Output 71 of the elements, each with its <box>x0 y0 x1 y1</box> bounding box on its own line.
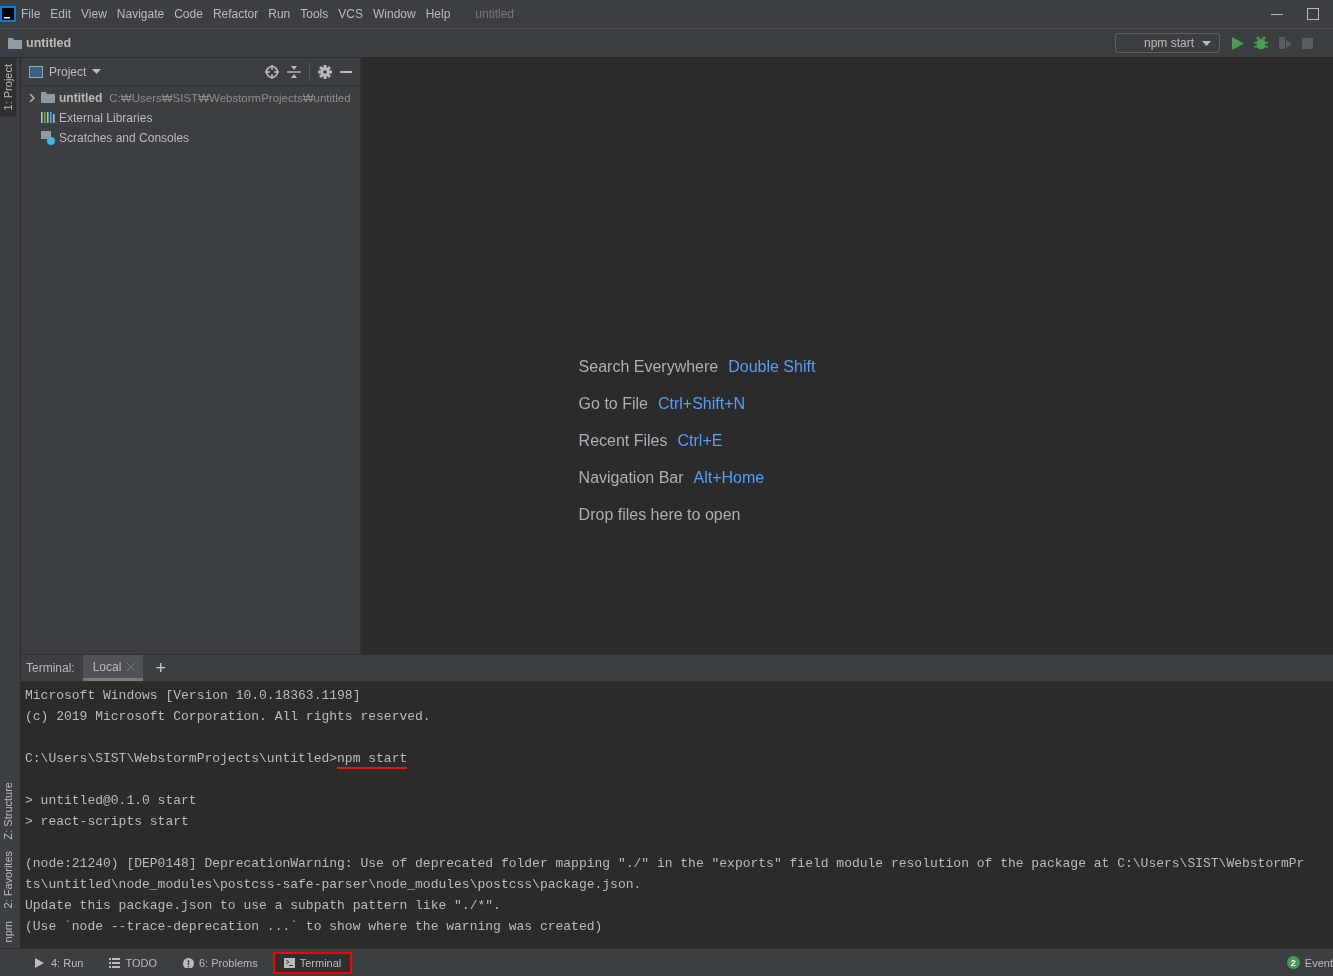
tool-window-tab[interactable]: npm <box>0 914 16 948</box>
run-icon[interactable] <box>1232 36 1244 50</box>
menu-item[interactable]: Run <box>263 7 296 21</box>
shortcut-text: Ctrl+Shift+N <box>657 395 746 413</box>
terminal-line: > react-scripts start <box>25 814 189 829</box>
play-icon <box>35 957 46 968</box>
caret-icon[interactable] <box>92 69 102 74</box>
panel-icon <box>29 65 43 78</box>
terminal-command: npm start <box>337 751 408 769</box>
terminal-line: > untitled@0.1.0 start <box>25 793 197 808</box>
tree-item[interactable]: untitled <box>59 91 103 105</box>
hint-label: Recent Files <box>578 432 668 450</box>
scratch-icon <box>41 131 55 145</box>
folder-icon <box>41 91 55 105</box>
session-tab[interactable]: Local <box>82 655 144 681</box>
menu-item[interactable]: Edit <box>45 7 77 21</box>
menu-item[interactable]: View <box>76 7 112 21</box>
run-configuration-dropdown[interactable]: npm start <box>1115 33 1220 53</box>
hint-label: Navigation Bar <box>578 469 684 487</box>
crosshair-icon[interactable] <box>265 64 279 79</box>
tool-window-tab[interactable]: 1: Project <box>0 58 16 117</box>
menu-item[interactable]: Window <box>367 7 421 21</box>
collapse-icon[interactable] <box>287 64 301 79</box>
terminal-line: (node:21240) [DEP0148] DeprecationWarning: Use of deprecated folder mapping "./" in the "exports" field module resolution of the package at C:\Users\SIST\WebstormPr <box>25 856 1305 871</box>
hint-label: Search Everywhere <box>578 358 719 376</box>
tool-window-tab[interactable]: Terminal <box>272 951 353 974</box>
caret-icon <box>1202 40 1211 46</box>
project-view-dropdown[interactable]: Project <box>49 64 102 79</box>
tool-window-tab[interactable]: 6: Problems <box>172 951 269 974</box>
terminal-line: Update this package.json to use a subpath pattern like "./*". <box>25 898 501 913</box>
new-tab-button[interactable]: + <box>151 657 170 679</box>
breadcrumb[interactable]: untitled <box>26 36 72 50</box>
terminal-line: ts\untitled\node_modules\postcss-safe-parser\node_modules\postcss\package.json. <box>25 877 642 892</box>
event-log-tab[interactable]: Event <box>1304 956 1333 969</box>
tree-item[interactable]: Scratches and Consoles <box>59 131 190 145</box>
tool-window-tab[interactable]: 4: Run <box>24 951 95 974</box>
hint-label: Go to File <box>578 395 648 413</box>
terminal-line: C:\Users\SIST\WebstormProjects\untitled> <box>25 751 338 766</box>
terminal-line: (Use `node --trace-deprecation ...` to show where the warning was created) <box>25 919 603 934</box>
menu-item[interactable]: Tools <box>295 7 334 21</box>
tool-window-tab[interactable]: TODO <box>98 951 168 974</box>
notification-count: 2 <box>1286 956 1300 969</box>
menu-item[interactable]: File <box>16 7 46 21</box>
settings-icon[interactable] <box>318 64 332 79</box>
library-icon <box>41 111 55 125</box>
terminal-line: Microsoft Windows [Version 10.0.18363.1198] <box>25 688 361 703</box>
menu-item[interactable]: Refactor <box>207 7 264 21</box>
menu-item[interactable]: VCS <box>333 7 368 21</box>
app-logo-icon <box>0 6 16 22</box>
tool-window-tab[interactable]: Z: Structure <box>0 775 16 846</box>
shortcut-text: Double Shift <box>728 358 816 376</box>
folder-icon <box>8 37 22 49</box>
project-path: C:₩Users₩SIST₩WebstormProjects₩untitled <box>109 92 351 104</box>
shortcut-text: Ctrl+E <box>677 432 723 450</box>
list-icon <box>109 957 121 968</box>
menu-item[interactable]: Navigate <box>111 7 170 21</box>
bug-icon[interactable] <box>1254 36 1268 50</box>
menu-item[interactable]: Code <box>169 7 208 21</box>
menu-item[interactable]: Help <box>420 7 456 21</box>
hint-label: Drop files here to open <box>578 506 741 524</box>
window-title: untitled <box>475 7 515 21</box>
maximize-icon[interactable] <box>1307 8 1319 20</box>
tree-item[interactable]: External Libraries <box>59 111 153 125</box>
terminal-icon <box>283 957 295 968</box>
shortcut-text: Alt+Home <box>693 469 765 487</box>
exclamation-icon <box>183 957 194 968</box>
terminal-label: Terminal: <box>26 661 75 675</box>
terminal-line: (c) 2019 Microsoft Corporation. All rights reserved. <box>25 709 431 724</box>
minimize-icon[interactable] <box>340 70 352 73</box>
tool-window-tab[interactable]: 2: Favorites <box>0 845 16 915</box>
chevron-icon[interactable] <box>27 93 37 103</box>
